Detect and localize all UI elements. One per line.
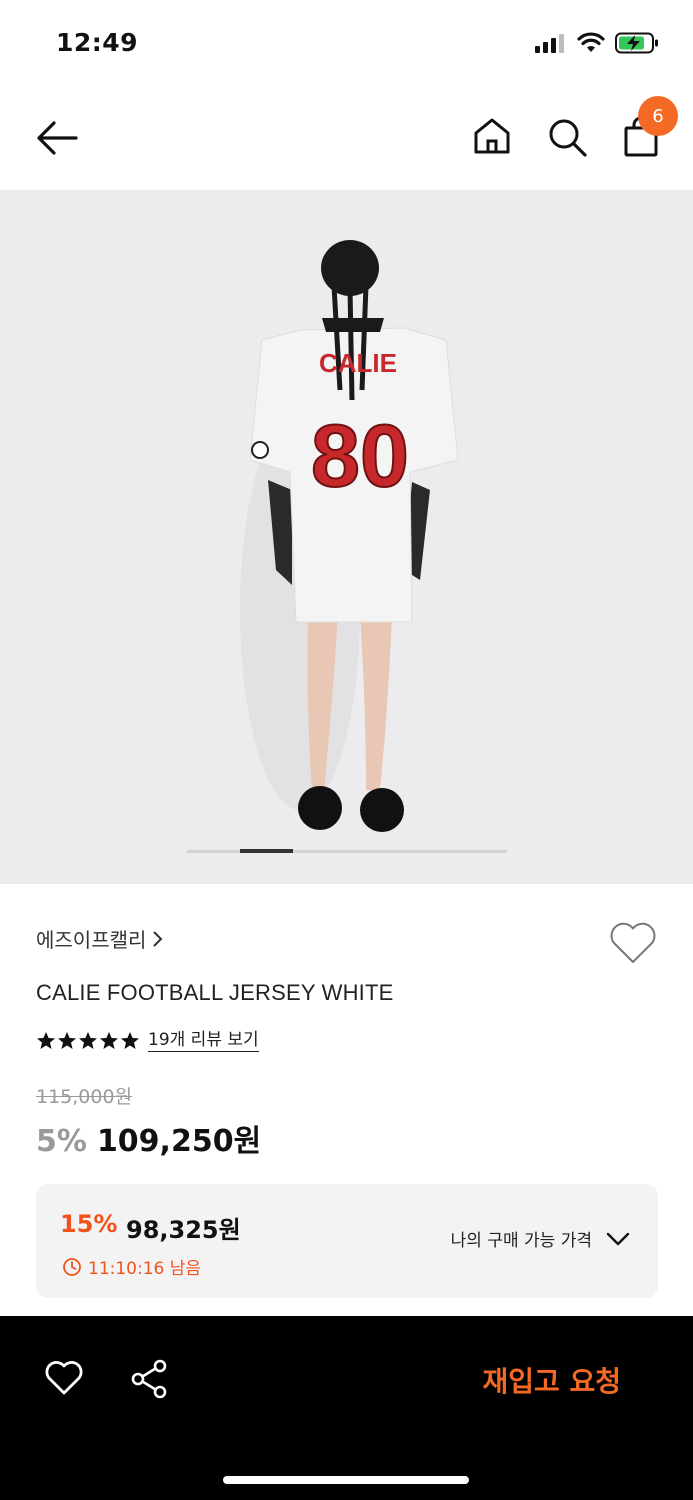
product-image-carousel[interactable]: CALIE 80 [0, 190, 693, 884]
coupon-timer-text: 11:10:16 남음 [88, 1259, 202, 1279]
my-price-label: 나의 구매 가능 가격 [450, 1231, 592, 1251]
chevron-right-icon [153, 930, 163, 947]
brand-name: 에즈이프캘리 [36, 928, 147, 952]
clock-icon [63, 1257, 81, 1276]
image-pager-indicator [240, 849, 293, 853]
status-bar: 12:49 [0, 0, 693, 88]
review-link[interactable]: 19개 리뷰 보기 [148, 1030, 259, 1052]
back-arrow-icon[interactable] [34, 118, 80, 158]
product-title: CALIE FOOTBALL JERSEY WHITE [36, 980, 394, 1005]
wishlist-heart-icon[interactable] [44, 1358, 84, 1398]
star-icon [121, 1032, 139, 1049]
wifi-icon [577, 32, 605, 52]
svg-text:CALIE: CALIE [319, 348, 397, 378]
original-price: 115,000원 [36, 1086, 133, 1108]
status-icons [535, 32, 659, 54]
signal-icon [535, 34, 564, 53]
my-price-box[interactable]: 15% 98,325원 11:10:16 남음 나의 구매 가능 가격 [36, 1184, 658, 1298]
image-pager [187, 849, 507, 853]
home-icon[interactable] [472, 116, 512, 156]
share-icon[interactable] [130, 1358, 170, 1400]
rating-row: 19개 리뷰 보기 [36, 1030, 259, 1052]
coupon-discount-rate: 15% [60, 1210, 118, 1238]
star-icon [100, 1032, 118, 1049]
top-nav-bar [0, 88, 693, 190]
home-indicator [223, 1476, 469, 1484]
product-photo: CALIE 80 [240, 240, 459, 832]
sale-price-row: 5% 109,250원 [36, 1116, 261, 1160]
wishlist-heart-icon[interactable] [608, 920, 658, 966]
my-price-toggle[interactable]: 나의 구매 가능 가격 [451, 1226, 630, 1251]
svg-text:80: 80 [311, 406, 409, 505]
cart-count-badge: 6 [638, 96, 678, 136]
chevron-down-icon [606, 1232, 630, 1245]
bottom-action-bar: 재입고 요청 [0, 1316, 693, 1500]
brand-link[interactable]: 에즈이프캘리 [36, 924, 164, 953]
rating-stars [36, 1031, 140, 1051]
status-time: 12:49 [56, 28, 139, 57]
coupon-timer: 11:10:16 남음 [62, 1254, 201, 1279]
sale-price: 109,250원 [96, 1124, 262, 1159]
coupon-price: 98,325원 [126, 1216, 241, 1244]
star-icon [79, 1032, 97, 1049]
restock-request-button[interactable]: 재입고 요청 [482, 1360, 621, 1400]
star-icon [58, 1032, 76, 1049]
search-icon[interactable] [546, 116, 588, 158]
battery-charging-icon [615, 32, 658, 54]
star-icon [37, 1032, 55, 1049]
discount-rate: 5% [36, 1124, 87, 1159]
